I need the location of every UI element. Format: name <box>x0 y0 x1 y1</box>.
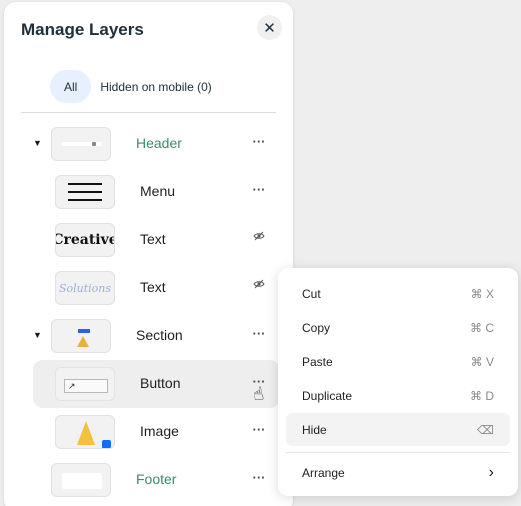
tab-hidden-on-mobile[interactable]: Hidden on mobile (0) <box>100 70 211 103</box>
layer-filter-tabs: All Hidden on mobile (0) <box>50 70 212 103</box>
tab-all[interactable]: All <box>50 70 92 103</box>
backspace-icon: ⌫ <box>477 422 494 437</box>
eye-hidden-icon[interactable] <box>249 228 269 248</box>
more-options-icon[interactable]: ··· <box>249 468 269 488</box>
layer-label-menu: Menu <box>140 183 176 199</box>
more-options-icon[interactable]: ··· <box>249 420 269 440</box>
menu-item-label: Arrange <box>302 465 345 480</box>
layer-label-image: Image <box>140 423 179 439</box>
menu-item-label: Hide <box>302 422 327 437</box>
section-thumbnail <box>51 319 111 353</box>
more-options-icon[interactable]: ··· <box>249 132 269 152</box>
menu-item-label: Cut <box>302 286 321 301</box>
collapse-arrow-icon[interactable]: ▼ <box>33 330 43 340</box>
layer-row-button[interactable]: ↗ Button ··· <box>33 360 280 408</box>
layer-context-menu: Cut ⌘ X Copy ⌘ C Paste ⌘ V Duplicate ⌘ D… <box>278 268 518 496</box>
menu-item-hide[interactable]: Hide ⌫ <box>286 413 510 446</box>
header-thumbnail-dot <box>92 142 96 146</box>
header-thumbnail <box>51 127 111 161</box>
layer-label-button: Button <box>140 375 181 391</box>
menu-thumbnail <box>55 175 115 209</box>
menu-item-cut[interactable]: Cut ⌘ X <box>286 277 510 310</box>
arrow-icon: ↗ <box>68 381 76 391</box>
menu-item-copy[interactable]: Copy ⌘ C <box>286 311 510 344</box>
layer-label-text: Text <box>140 231 166 247</box>
close-icon: ✕ <box>263 19 276 37</box>
layer-label-header: Header <box>136 135 182 151</box>
collapse-arrow-icon[interactable]: ▼ <box>33 138 43 148</box>
layer-row-footer[interactable]: Footer ··· <box>33 456 280 504</box>
layer-row-menu[interactable]: Menu ··· <box>33 168 280 216</box>
more-options-icon[interactable]: ··· <box>249 180 269 200</box>
menu-item-shortcut: ⌘ D <box>470 388 494 403</box>
creative-text-preview: Creative <box>55 232 115 248</box>
header-thumbnail-bar <box>62 142 102 146</box>
button-thumbnail: ↗ <box>55 367 115 401</box>
image-thumbnail <box>55 415 115 449</box>
layer-label-footer: Footer <box>136 471 177 487</box>
menu-item-shortcut: ⌘ C <box>470 320 494 335</box>
menu-thumbnail-line <box>68 191 102 193</box>
section-thumbnail-image <box>77 336 89 347</box>
solutions-text-preview: Solutions <box>58 281 112 295</box>
layer-row-image[interactable]: Image ··· <box>33 408 280 456</box>
close-button[interactable]: ✕ <box>257 15 282 40</box>
layer-row-header[interactable]: ▼ Header ··· <box>33 120 280 168</box>
menu-divider <box>286 452 510 453</box>
more-options-icon[interactable]: ··· <box>249 324 269 344</box>
mobile-badge-icon <box>102 440 111 448</box>
menu-item-shortcut: ⌘ V <box>470 354 494 369</box>
menu-thumbnail-line <box>68 183 102 185</box>
menu-item-label: Copy <box>302 320 331 335</box>
panel-title: Manage Layers <box>21 20 144 39</box>
manage-layers-panel: Manage Layers ✕ All Hidden on mobile (0)… <box>4 2 293 506</box>
menu-item-shortcut: ⌘ X <box>470 286 494 301</box>
text-creative-thumbnail: Creative <box>55 223 115 257</box>
tabs-divider <box>21 112 276 113</box>
footer-thumbnail <box>51 463 111 497</box>
text-solutions-thumbnail: Solutions <box>55 271 115 305</box>
layer-label-text: Text <box>140 279 166 295</box>
menu-item-label: Duplicate <box>302 388 353 403</box>
layer-row-section[interactable]: ▼ Section ··· <box>33 312 280 360</box>
eye-hidden-icon[interactable] <box>249 276 269 296</box>
menu-item-label: Paste <box>302 354 333 369</box>
menu-item-duplicate[interactable]: Duplicate ⌘ D <box>286 379 510 412</box>
footer-thumbnail-block <box>62 473 102 489</box>
menu-thumbnail-line <box>68 199 102 201</box>
layer-row-text-creative[interactable]: Creative Text <box>33 216 280 264</box>
layer-label-section: Section <box>136 327 183 343</box>
section-thumbnail-accent <box>78 329 90 333</box>
chevron-right-icon: › <box>488 463 494 481</box>
layer-row-text-solutions[interactable]: Solutions Text <box>33 264 280 312</box>
menu-item-paste[interactable]: Paste ⌘ V <box>286 345 510 378</box>
menu-item-arrange[interactable]: Arrange › <box>286 456 510 489</box>
image-thumbnail-dress <box>77 421 95 445</box>
